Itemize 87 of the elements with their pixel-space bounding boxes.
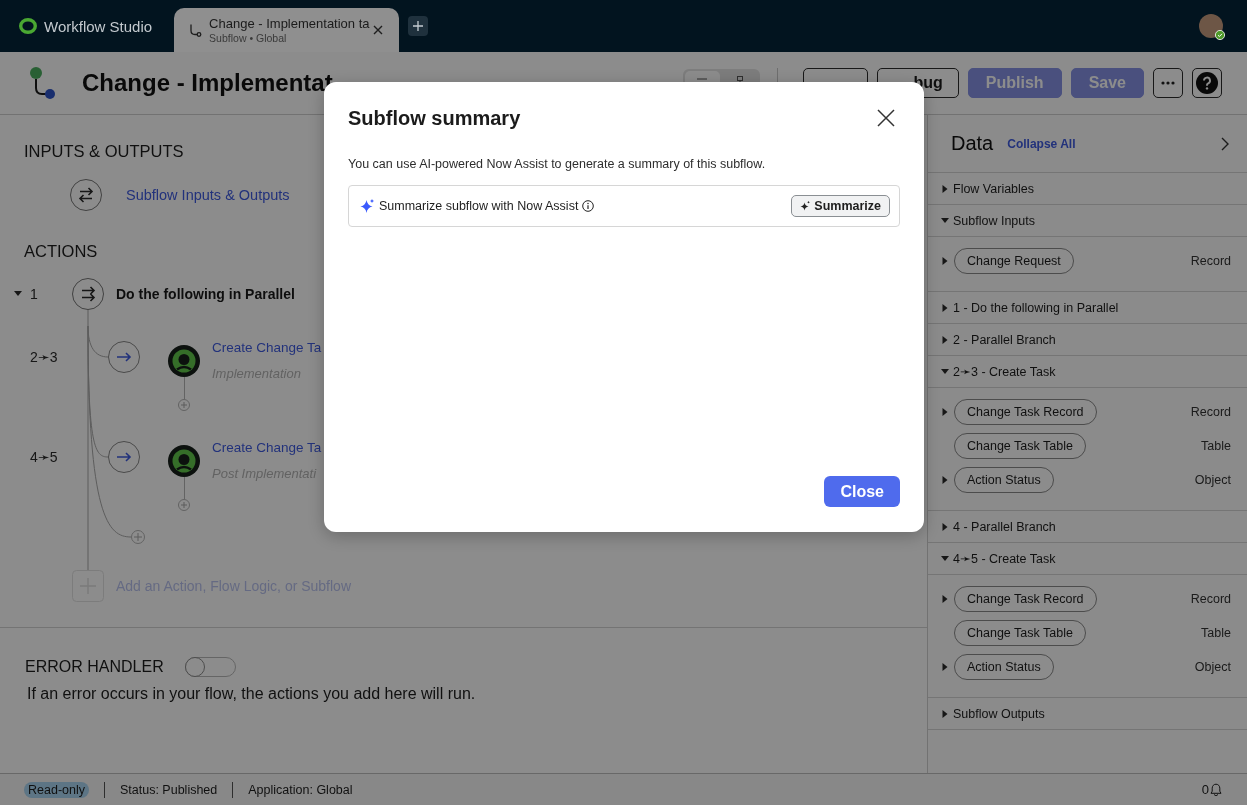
dialog-title: Subflow summary [348, 106, 521, 130]
step-number: 2➛3 [30, 348, 58, 366]
section-heading: ACTIONS [23, 241, 99, 262]
bell-icon [1210, 783, 1222, 796]
section-heading: ERROR HANDLER [25, 658, 164, 676]
data-type: Table [1201, 439, 1231, 453]
close-dialog-button[interactable]: Close [824, 476, 900, 507]
caret-icon[interactable] [941, 408, 949, 416]
toggle-switch[interactable] [184, 657, 236, 677]
action-link[interactable]: Create Change Ta [212, 439, 322, 457]
caret-icon[interactable] [941, 303, 949, 312]
sparkle-icon [800, 201, 811, 211]
step-label: Do the following in Parallel [116, 286, 295, 302]
caret-icon[interactable] [941, 335, 949, 344]
caret-icon[interactable] [941, 367, 949, 376]
help-button[interactable] [1192, 68, 1222, 98]
section-header[interactable]: 2 - Parallel Branch [928, 324, 1247, 356]
section-header[interactable]: 1 - Do the following in Parallel [928, 292, 1247, 324]
step-number: 4➛5 [30, 448, 58, 466]
data-pill[interactable]: Change Task Record [954, 399, 1097, 425]
step-number: 1 [30, 286, 38, 302]
subflow-tab[interactable]: Change - Implementation ta Subflow • Global [174, 8, 400, 52]
caret-icon[interactable] [941, 709, 949, 718]
caret-icon[interactable] [941, 663, 949, 671]
section-heading: INPUTS & OUTPUTS [23, 141, 185, 162]
help-icon [1196, 72, 1218, 94]
notifications-button[interactable]: 0 [1201, 782, 1222, 797]
plus-square-icon [72, 570, 104, 602]
close-icon [373, 25, 384, 35]
data-pill[interactable]: Change Request [954, 248, 1074, 274]
status-text: Status: Published [120, 782, 218, 797]
branch-icon [188, 23, 203, 37]
parallel-arrows-icon[interactable] [72, 278, 104, 310]
subflow-logo-icon [27, 66, 55, 100]
mode-badge: Read-only [24, 781, 89, 798]
caret-icon[interactable] [941, 554, 949, 563]
app-name: Workflow Studio [44, 17, 153, 35]
data-type: Object [1194, 660, 1231, 674]
dialog-description: You can use AI-powered Now Assist to generate a summary of this subflow. [348, 156, 767, 173]
action-icon[interactable] [168, 345, 200, 377]
action-link[interactable]: Create Change Ta [212, 339, 322, 357]
data-type: Table [1201, 626, 1231, 640]
data-pill[interactable]: Change Task Table [954, 620, 1086, 646]
more-icon [1161, 81, 1175, 85]
panel-title: Data [951, 132, 994, 155]
assist-label: Summarize subflow with Now Assist [379, 199, 579, 213]
section-header[interactable]: Subflow Inputs [928, 205, 1247, 237]
sparkle-icon [360, 199, 374, 213]
caret-icon[interactable] [941, 595, 949, 603]
data-type: Record [1190, 405, 1231, 419]
logo-icon [18, 18, 38, 34]
data-type: Object [1194, 473, 1231, 487]
caret-icon[interactable] [941, 522, 949, 531]
avatar[interactable] [1199, 14, 1223, 38]
section-header[interactable]: 2➛3 - Create Task [928, 356, 1247, 388]
caret-icon[interactable] [14, 290, 22, 298]
data-type: Record [1190, 254, 1231, 268]
section-header[interactable]: Subflow Outputs [928, 698, 1247, 730]
collapse-all-link[interactable]: Collapse All [1007, 136, 1076, 151]
data-pill[interactable]: Action Status [954, 467, 1054, 493]
data-pill[interactable]: Change Task Table [954, 433, 1086, 459]
caret-icon[interactable] [941, 184, 949, 193]
data-type: Record [1190, 592, 1231, 606]
inputs-outputs-link[interactable]: Subflow Inputs & Outputs [126, 187, 290, 203]
close-button[interactable] [875, 107, 897, 129]
section-header[interactable]: Flow Variables [928, 173, 1247, 205]
caret-icon[interactable] [941, 257, 949, 265]
close-icon [877, 109, 895, 127]
new-tab-button[interactable] [408, 16, 429, 36]
page-title: Change - Implementat [82, 69, 333, 97]
data-pill[interactable]: Change Task Record [954, 586, 1097, 612]
caret-icon[interactable] [941, 476, 949, 484]
action-icon[interactable] [168, 445, 200, 477]
summarize-button[interactable]: Summarize [791, 195, 890, 217]
chevron-right-icon[interactable] [1221, 136, 1229, 151]
more-button[interactable] [1153, 68, 1183, 98]
section-header[interactable]: 4➛5 - Create Task [928, 543, 1247, 575]
swap-arrows-icon [70, 179, 102, 211]
connector-line [183, 377, 185, 399]
caret-icon[interactable] [941, 216, 949, 225]
section-header[interactable]: 4 - Parallel Branch [928, 511, 1247, 543]
plus-icon [413, 21, 424, 31]
application-text: Application: Global [248, 782, 353, 797]
connector-line [183, 477, 185, 499]
error-handler-description: If an error occurs in your flow, the actions you add here will run. [27, 684, 477, 704]
info-icon[interactable] [582, 200, 595, 212]
data-pill[interactable]: Action Status [954, 654, 1054, 680]
